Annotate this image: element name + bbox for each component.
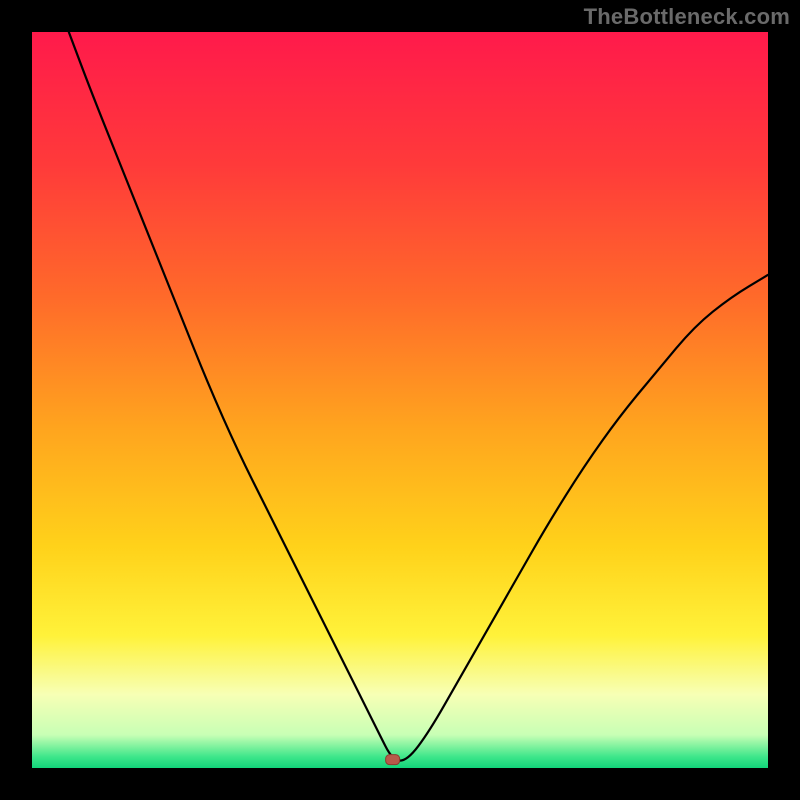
- minimum-marker: [386, 755, 400, 765]
- plot-area: [32, 32, 768, 768]
- chart-svg: [32, 32, 768, 768]
- gradient-background: [32, 32, 768, 768]
- chart-frame: TheBottleneck.com: [0, 0, 800, 800]
- watermark-text: TheBottleneck.com: [584, 4, 790, 30]
